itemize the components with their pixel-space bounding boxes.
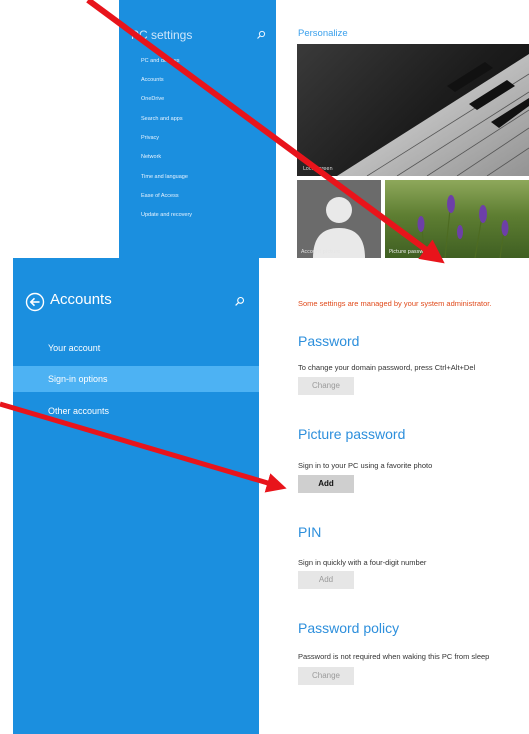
- annotation-arrow-add-button: [0, 401, 287, 493]
- annotation-arrows: [0, 0, 445, 493]
- annotation-arrow-lavender: [86, 0, 445, 264]
